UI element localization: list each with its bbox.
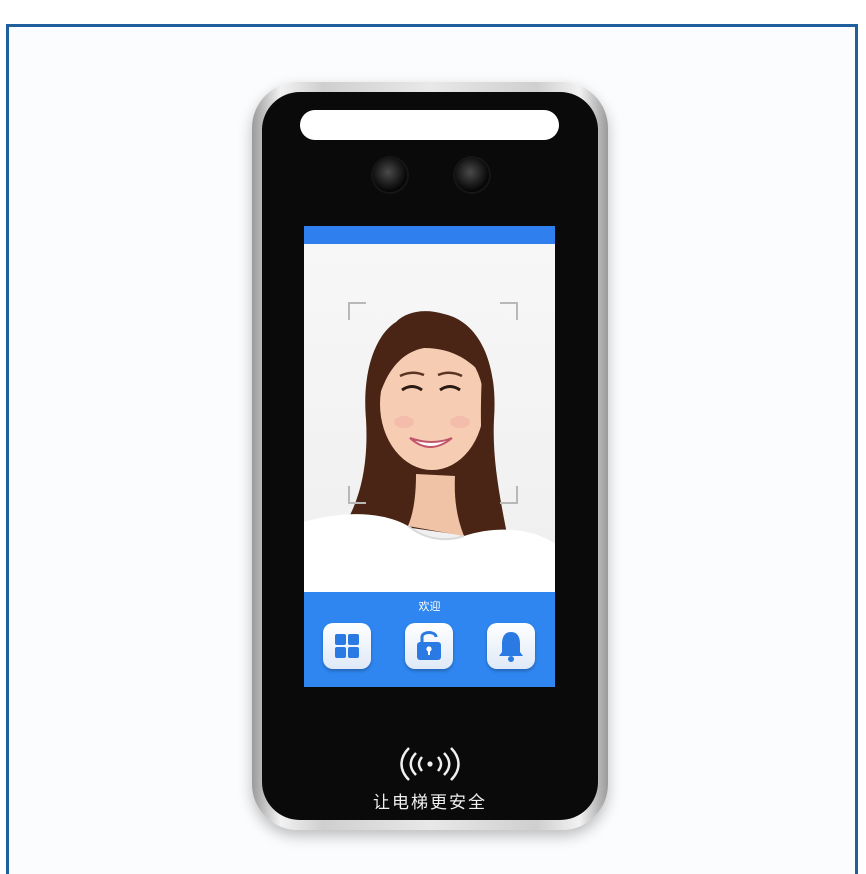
camera-lens-right	[455, 158, 489, 192]
device-screen: 欢迎	[304, 226, 555, 687]
nfc-contactless-icon	[400, 747, 460, 781]
face-frame-corner	[500, 302, 518, 320]
device-slogan: 让电梯更安全	[373, 793, 487, 813]
screen-status-bar	[304, 226, 555, 244]
face-frame-corner	[348, 486, 366, 504]
welcome-label: 欢迎	[418, 600, 441, 613]
face-frame-corner	[500, 486, 518, 504]
face-frame-corner	[348, 302, 366, 320]
face-camera-view	[304, 244, 555, 592]
menu-button[interactable]	[323, 623, 371, 669]
camera-lens-left	[373, 158, 407, 192]
fill-light-bar	[300, 110, 559, 140]
top-margin	[0, 0, 866, 24]
unlock-button[interactable]	[405, 623, 453, 669]
unlock-icon	[417, 631, 441, 660]
screen-action-panel: 欢迎	[304, 592, 555, 687]
doorbell-button[interactable]	[487, 623, 535, 669]
user-face-photo	[304, 311, 555, 592]
bell-icon	[499, 632, 523, 662]
grid-menu-icon	[335, 634, 359, 658]
